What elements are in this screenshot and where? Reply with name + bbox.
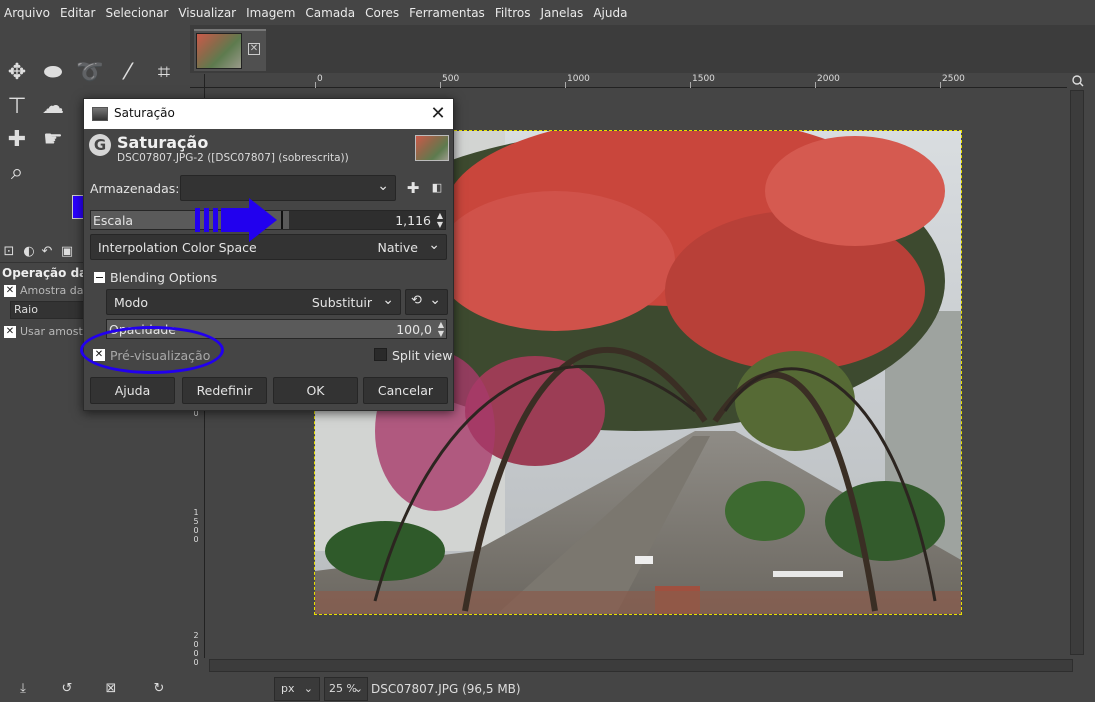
menu-selecionar[interactable]: Selecionar: [105, 6, 168, 20]
restore-options-icon[interactable]: ↺: [58, 681, 76, 699]
lasso-tool-icon[interactable]: ➰: [76, 59, 104, 87]
mode-label: Modo: [114, 295, 149, 310]
presets-label: Armazenadas:: [90, 181, 180, 196]
images-tab-icon[interactable]: ▣: [58, 243, 76, 261]
cancel-button[interactable]: Cancelar: [363, 377, 448, 404]
composite-mode-icon: ⟲: [411, 293, 422, 308]
reset-options-icon[interactable]: ↻: [150, 681, 168, 699]
menu-filtros[interactable]: Filtros: [495, 6, 531, 20]
split-view-label[interactable]: Split view: [392, 348, 452, 363]
ruler-top-label: 2500: [942, 74, 965, 84]
image-tab-strip: ✕: [190, 25, 1095, 73]
annotation-ellipse: [80, 326, 224, 374]
ellipse-select-icon[interactable]: ⬬: [39, 59, 67, 87]
ruler-corner-icon[interactable]: [190, 74, 205, 88]
reset-button[interactable]: Redefinir: [182, 377, 267, 404]
interpolation-value: Native: [377, 240, 418, 255]
ruler-top-label: 1500: [692, 74, 715, 84]
image-tab[interactable]: ✕: [194, 29, 266, 71]
undo-history-tab-icon[interactable]: ↶: [38, 243, 56, 261]
menu-ferramentas[interactable]: Ferramentas: [409, 6, 485, 20]
close-tab-icon[interactable]: ✕: [248, 43, 260, 55]
opacity-value: 100,0: [396, 322, 432, 337]
vertical-scrollbar[interactable]: [1070, 90, 1084, 655]
menu-imagem[interactable]: Imagem: [246, 6, 295, 20]
spin-arrows-icon[interactable]: ▲ ▼: [438, 320, 444, 338]
unit-select[interactable]: px ⌄: [274, 677, 320, 701]
gimp-logo-icon: G: [89, 134, 111, 156]
menu-visualizar[interactable]: Visualizar: [178, 6, 236, 20]
menu-arquivo[interactable]: Arquivo: [4, 6, 50, 20]
chevron-down-icon: ⌄: [382, 292, 394, 308]
horizontal-scrollbar[interactable]: [209, 659, 1073, 672]
crop-tool-icon[interactable]: ⌗: [150, 59, 178, 87]
ruler-left-label: 2000: [193, 631, 199, 667]
interpolation-label: Interpolation Color Space: [98, 240, 257, 255]
chevron-down-icon: ⌄: [353, 682, 363, 695]
device-status-tab-icon[interactable]: ◐: [20, 243, 38, 261]
scale-label: Escala: [93, 213, 134, 228]
status-bar: px ⌄ 25 % ⌄ DSC07807.JPG (96,5 MB): [190, 675, 1095, 702]
ruler-top-label: 2000: [817, 74, 840, 84]
menu-editar[interactable]: Editar: [60, 6, 96, 20]
unit-value: px: [281, 682, 295, 695]
add-preset-icon[interactable]: ✚: [406, 181, 420, 196]
mode-combo[interactable]: Modo Substituir ⌄: [106, 289, 401, 315]
composite-mode-combo[interactable]: ⟲ ⌄: [405, 289, 448, 315]
fuzzy-select-icon[interactable]: ⁄: [114, 59, 142, 87]
ok-button[interactable]: OK: [273, 377, 358, 404]
mode-value: Substituir: [311, 295, 372, 310]
chevron-down-icon: ⌄: [303, 682, 313, 695]
delete-options-icon[interactable]: ⊠: [102, 681, 120, 699]
radius-field[interactable]: Raio: [10, 301, 85, 319]
move-tool-icon[interactable]: ✥: [3, 59, 31, 87]
collapse-icon[interactable]: [94, 272, 105, 283]
menu-ajuda[interactable]: Ajuda: [593, 6, 627, 20]
heal-tool-icon[interactable]: ✚: [3, 126, 31, 154]
save-options-icon[interactable]: ⤓: [14, 681, 32, 699]
menu-cores[interactable]: Cores: [365, 6, 399, 20]
ruler-top-label: 1000: [567, 74, 590, 84]
spin-arrows-icon[interactable]: ▲ ▼: [437, 211, 443, 229]
warp-tool-icon[interactable]: ☁: [39, 93, 67, 121]
transform-tool-icon[interactable]: ⊤: [3, 93, 31, 121]
dialog-image-thumbnail: [415, 135, 449, 161]
chevron-down-icon: ⌄: [377, 178, 389, 194]
zoom-tool-icon[interactable]: ⌕: [3, 159, 31, 187]
close-icon[interactable]: ✕: [426, 102, 450, 126]
zoom-value: 25 %: [329, 682, 357, 695]
annotation-arrow-icon: [195, 198, 277, 242]
ruler-left-label: 1500: [193, 508, 199, 544]
chevron-down-icon: ⌄: [429, 292, 441, 308]
smudge-tool-icon[interactable]: ☛: [39, 126, 67, 154]
scale-slider-marker: [281, 211, 283, 229]
ruler-top[interactable]: 0 500 1000 1500 2000 2500: [205, 74, 1067, 88]
dialog-heading: Saturação: [117, 133, 209, 152]
preset-menu-icon[interactable]: ◧: [430, 181, 444, 195]
zoom-nav-icon[interactable]: [1067, 74, 1095, 88]
toolbox-bottom-bar: ⤓ ↺ ⊠ ↻: [0, 679, 190, 701]
status-info: DSC07807.JPG (96,5 MB): [371, 682, 521, 696]
split-view-checkbox[interactable]: [374, 348, 387, 361]
menu-bar: Arquivo Editar Selecionar Visualizar Ima…: [0, 0, 1095, 25]
blending-options-label[interactable]: Blending Options: [110, 270, 217, 285]
tool-options-tab-icon[interactable]: ⊡: [0, 243, 18, 261]
dialog-window-icon: [92, 107, 108, 121]
sample-merged-checkbox[interactable]: ✕: [4, 285, 16, 297]
dialog-subtitle: DSC07807.JPG-2 ([DSC07807] (sobrescrita)…: [117, 152, 349, 164]
scale-value: 1,116: [395, 213, 431, 228]
image-tab-thumbnail: [196, 33, 242, 69]
dialog-titlebar[interactable]: Saturação ✕: [84, 99, 453, 129]
ruler-top-label: 500: [442, 74, 460, 84]
menu-camada[interactable]: Camada: [305, 6, 355, 20]
help-button[interactable]: Ajuda: [90, 377, 175, 404]
use-sample-checkbox[interactable]: ✕: [4, 326, 16, 338]
menu-janelas[interactable]: Janelas: [540, 6, 583, 20]
ruler-top-label: 0: [317, 74, 323, 84]
chevron-down-icon: ⌄: [428, 237, 440, 253]
dialog-window-title: Saturação: [114, 106, 175, 120]
zoom-select[interactable]: 25 % ⌄: [324, 677, 368, 701]
